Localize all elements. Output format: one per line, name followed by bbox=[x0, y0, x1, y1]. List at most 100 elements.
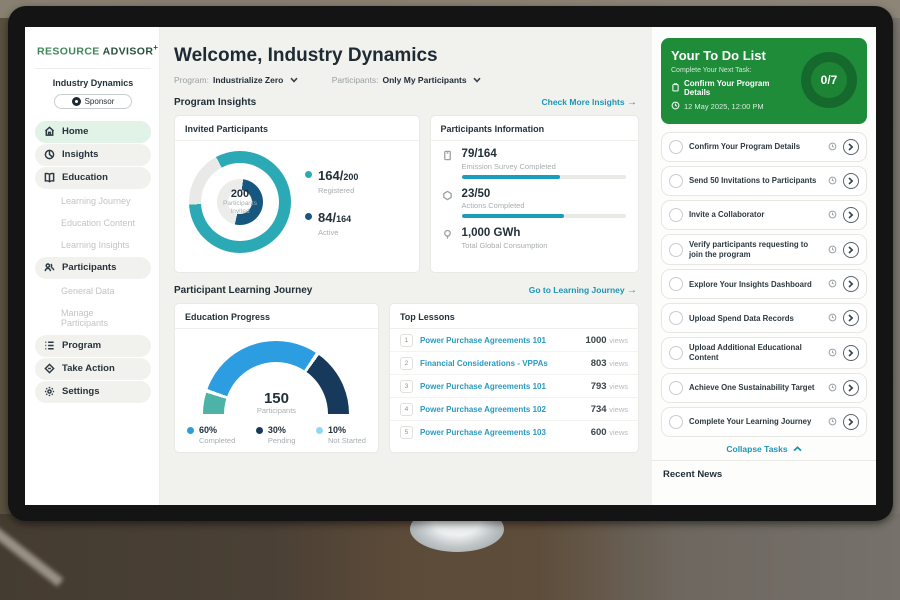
lesson-link[interactable]: Power Purchase Agreements 103 bbox=[420, 428, 584, 437]
task-item-confirm-program[interactable]: Confirm Your Program Details bbox=[661, 132, 867, 162]
invited-donut-chart: 200 Participants Invited bbox=[189, 151, 291, 253]
sidebar-item-general-data[interactable]: General Data bbox=[35, 281, 151, 301]
sidebar-item-take-action[interactable]: Take Action bbox=[35, 358, 151, 380]
legend-item-registered: 164/200 Registered bbox=[305, 167, 358, 195]
participants-filter-value: Only My Participants bbox=[383, 75, 467, 85]
lesson-views: 1000 bbox=[585, 335, 606, 346]
sidebar-item-education-content[interactable]: Education Content bbox=[35, 213, 151, 233]
sidebar-item-manage-participants[interactable]: Manage Participants bbox=[35, 303, 151, 333]
chevron-right-button[interactable] bbox=[843, 380, 859, 396]
task-item-send-invitations[interactable]: Send 50 Invitations to Participants bbox=[661, 166, 867, 196]
lesson-rank: 2 bbox=[400, 357, 413, 370]
lesson-row: 1 Power Purchase Agreements 101 1000 vie… bbox=[390, 329, 638, 352]
donut-center-number: 200 bbox=[231, 188, 249, 200]
go-to-learning-journey-link[interactable]: Go to Learning Journey → bbox=[529, 285, 637, 296]
task-checkbox[interactable] bbox=[669, 311, 683, 325]
legend-item-active: 84/164 Active bbox=[305, 209, 358, 237]
list-icon bbox=[43, 340, 55, 352]
logo-text-secondary: ADVISOR bbox=[103, 46, 154, 58]
filter-bar: Program:Industrialize Zero Participants:… bbox=[174, 75, 639, 85]
gauge-center-label: Participants bbox=[203, 406, 349, 415]
card-title: Education Progress bbox=[175, 304, 378, 329]
legend-value: 164/ bbox=[318, 168, 343, 183]
sidebar-item-settings[interactable]: Settings bbox=[35, 381, 151, 403]
info-value: 1,000 GWh bbox=[462, 227, 626, 240]
legend-pct: 30% bbox=[268, 425, 296, 436]
link-label: Check More Insights bbox=[541, 97, 624, 107]
chevron-right-button[interactable] bbox=[843, 139, 859, 155]
sidebar-item-label: Education Content bbox=[61, 218, 135, 228]
lesson-row: 3 Power Purchase Agreements 101 793 view… bbox=[390, 375, 638, 398]
lesson-views: 600 bbox=[591, 427, 607, 438]
lesson-link[interactable]: Power Purchase Agreements 102 bbox=[420, 405, 584, 414]
task-checkbox[interactable] bbox=[669, 174, 683, 188]
views-word: views bbox=[609, 336, 628, 345]
task-item-invite-collaborator[interactable]: Invite a Collaborator bbox=[661, 200, 867, 230]
lesson-row: 2 Financial Considerations - VPPAs 803 v… bbox=[390, 352, 638, 375]
chevron-right-button[interactable] bbox=[843, 345, 859, 361]
lesson-views: 734 bbox=[591, 404, 607, 415]
sidebar-item-home[interactable]: Home bbox=[35, 121, 151, 143]
task-item-verify-participants[interactable]: Verify participants requesting to join t… bbox=[661, 234, 867, 265]
info-label: Actions Completed bbox=[462, 201, 626, 210]
legend-total: 200 bbox=[343, 172, 358, 182]
participants-filter[interactable]: Participants:Only My Participants bbox=[332, 75, 481, 85]
task-item-upload-educational-content[interactable]: Upload Additional Educational Content bbox=[661, 337, 867, 368]
task-item-explore-insights[interactable]: Explore Your Insights Dashboard bbox=[661, 269, 867, 299]
legend-item-not-started: 10% Not Started bbox=[316, 425, 366, 445]
task-checkbox[interactable] bbox=[669, 346, 683, 360]
donut-center-label: Participants Invited bbox=[218, 200, 262, 217]
chevron-right-button[interactable] bbox=[843, 242, 859, 258]
program-filter-value: Industrialize Zero bbox=[213, 75, 283, 85]
task-checkbox[interactable] bbox=[669, 415, 683, 429]
task-item-complete-learning-journey[interactable]: Complete Your Learning Journey bbox=[661, 407, 867, 437]
legend-label: Completed bbox=[199, 436, 235, 445]
legend-pct: 10% bbox=[328, 425, 366, 436]
sidebar-item-label: Participants bbox=[62, 262, 116, 273]
task-label: Upload Spend Data Records bbox=[689, 314, 822, 324]
book-icon bbox=[43, 172, 55, 184]
todo-progress-count: 0/7 bbox=[821, 73, 838, 87]
top-lessons-card: Top Lessons 1 Power Purchase Agreements … bbox=[389, 303, 639, 453]
lesson-link[interactable]: Power Purchase Agreements 101 bbox=[420, 336, 579, 345]
task-checkbox[interactable] bbox=[669, 140, 683, 154]
task-checkbox[interactable] bbox=[669, 243, 683, 257]
task-checkbox[interactable] bbox=[669, 381, 683, 395]
views-word: views bbox=[609, 405, 628, 414]
program-filter[interactable]: Program:Industrialize Zero bbox=[174, 75, 298, 85]
clock-icon bbox=[828, 275, 837, 293]
sidebar-item-education[interactable]: Education bbox=[35, 167, 151, 189]
lesson-link[interactable]: Financial Considerations - VPPAs bbox=[420, 359, 584, 368]
sidebar-item-participants[interactable]: Participants bbox=[35, 257, 151, 279]
sidebar-item-program[interactable]: Program bbox=[35, 335, 151, 357]
chevron-right-button[interactable] bbox=[843, 173, 859, 189]
task-label: Complete Your Learning Journey bbox=[689, 417, 822, 427]
chevron-up-icon bbox=[793, 446, 802, 452]
task-label: Confirm Your Program Details bbox=[689, 142, 822, 152]
task-label: Verify participants requesting to join t… bbox=[689, 240, 822, 259]
check-more-insights-link[interactable]: Check More Insights → bbox=[541, 97, 637, 108]
page-title: Welcome, Industry Dynamics bbox=[174, 45, 639, 67]
task-checkbox[interactable] bbox=[669, 208, 683, 222]
chevron-right-button[interactable] bbox=[843, 310, 859, 326]
clock-icon bbox=[828, 413, 837, 431]
task-checkbox[interactable] bbox=[669, 277, 683, 291]
collapse-tasks-link[interactable]: Collapse Tasks bbox=[661, 444, 867, 454]
survey-icon bbox=[441, 148, 454, 179]
sidebar-item-insights[interactable]: Insights bbox=[35, 144, 151, 166]
sponsor-badge[interactable]: Sponsor bbox=[54, 94, 132, 109]
chevron-right-button[interactable] bbox=[843, 207, 859, 223]
sidebar-item-label: Learning Journey bbox=[61, 196, 131, 206]
section-title-learning-journey: Participant Learning Journey bbox=[174, 285, 312, 296]
task-item-achieve-target[interactable]: Achieve One Sustainability Target bbox=[661, 373, 867, 403]
chevron-right-button[interactable] bbox=[843, 414, 859, 430]
lesson-link[interactable]: Power Purchase Agreements 101 bbox=[420, 382, 584, 391]
sidebar-item-label: Take Action bbox=[62, 363, 115, 374]
sidebar-item-learning-insights[interactable]: Learning Insights bbox=[35, 235, 151, 255]
participants-information-card: Participants Information 79/164 Emission… bbox=[430, 115, 639, 273]
legend-label: Active bbox=[318, 228, 351, 237]
todo-due-date: 12 May 2025, 12:00 PM bbox=[684, 102, 764, 111]
task-item-upload-spend-data[interactable]: Upload Spend Data Records bbox=[661, 303, 867, 333]
sidebar-item-learning-journey[interactable]: Learning Journey bbox=[35, 191, 151, 211]
chevron-right-button[interactable] bbox=[843, 276, 859, 292]
